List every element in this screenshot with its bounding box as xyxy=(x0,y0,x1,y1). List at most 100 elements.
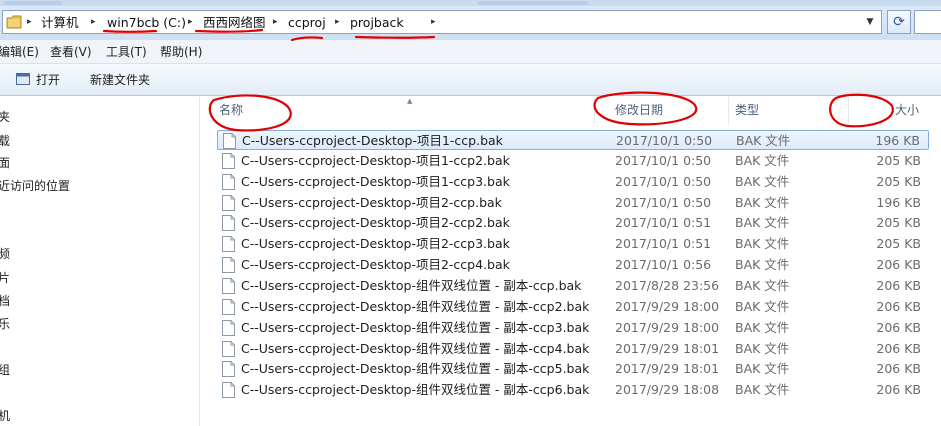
refresh-button[interactable]: ⟳ xyxy=(887,10,911,34)
file-type: BAK 文件 xyxy=(735,298,790,314)
column-header-type-label: 类型 xyxy=(735,103,760,117)
file-size: 205 KB xyxy=(876,236,921,252)
file-icon xyxy=(222,194,235,211)
file-date: 2017/10/1 0:50 xyxy=(615,152,712,168)
file-name: C--Users-ccproject-Desktop-组件双线位置 - 副本-c… xyxy=(241,361,590,377)
file-row[interactable]: C--Users-ccproject-Desktop-组件双线位置 - 副本-c… xyxy=(217,297,929,317)
breadcrumb-separator-icon[interactable]: ▸ xyxy=(431,14,436,31)
file-row[interactable]: C--Users-ccproject-Desktop-组件双线位置 - 副本-c… xyxy=(217,276,929,296)
menu-edit[interactable]: 编辑(E) xyxy=(0,44,39,60)
file-size: 206 KB xyxy=(876,361,921,377)
column-header-type[interactable]: 类型 xyxy=(729,97,849,125)
nav-item[interactable]: 片 xyxy=(0,268,10,288)
file-row[interactable]: C--Users-ccproject-Desktop-项目2-ccp.bak 20… xyxy=(217,193,929,213)
file-size: 206 KB xyxy=(876,382,921,398)
breadcrumb-separator-icon[interactable]: ▸ xyxy=(91,14,96,31)
column-header-name[interactable]: 名称 xyxy=(213,97,595,125)
menu-bar: 编辑(E) 查看(V) 工具(T) 帮助(H) xyxy=(0,40,941,64)
column-header-name-label: 名称 xyxy=(219,103,244,117)
file-date: 2017/9/29 18:00 xyxy=(615,319,720,335)
breadcrumb-computer[interactable]: 计算机 xyxy=(41,14,79,31)
title-strip-blob xyxy=(4,1,62,5)
column-header-date-label: 修改日期 xyxy=(615,103,664,117)
file-icon xyxy=(222,236,235,253)
file-date: 2017/10/1 0:51 xyxy=(615,215,712,231)
column-header-size[interactable]: 大小 xyxy=(837,97,929,125)
open-button[interactable]: 打开 xyxy=(16,70,60,90)
nav-item[interactable]: 机 xyxy=(0,406,10,426)
file-type: BAK 文件 xyxy=(735,277,790,293)
file-list: ▲ 名称 修改日期 类型 大小 C--Users-ccproject-Deskt… xyxy=(201,97,941,426)
file-row[interactable]: C--Users-ccproject-Desktop-组件双线位置 - 副本-c… xyxy=(217,339,929,359)
file-icon xyxy=(222,319,235,336)
nav-item[interactable]: 面 xyxy=(0,153,10,173)
column-header-size-label: 大小 xyxy=(894,103,919,117)
file-date: 2017/8/28 23:56 xyxy=(615,277,720,293)
address-bar[interactable]: ▸ 计算机 ▸ win7bcb (C:) ▸ 西西网络图 ▸ ccproj ▸ … xyxy=(2,10,882,34)
file-row[interactable]: C--Users-ccproject-Desktop-组件双线位置 - 副本-c… xyxy=(217,318,929,338)
file-icon xyxy=(222,361,235,378)
file-row[interactable]: C--Users-ccproject-Desktop-项目1-ccp3.bak 2… xyxy=(217,172,929,192)
menu-help[interactable]: 帮助(H) xyxy=(160,44,202,60)
new-folder-button[interactable]: 新建文件夹 xyxy=(90,70,150,90)
file-date: 2017/10/1 0:51 xyxy=(615,236,712,252)
file-row[interactable]: C--Users-ccproject-Desktop-项目1-ccp.bak 20… xyxy=(217,130,929,150)
file-size: 196 KB xyxy=(876,194,921,210)
navigation-pane: 夹 载 面 近访问的位置 频 片 档 乐 组 机 xyxy=(0,97,200,426)
file-name: C--Users-ccproject-Desktop-组件双线位置 - 副本-c… xyxy=(241,382,590,398)
nav-item[interactable]: 档 xyxy=(0,291,10,311)
file-date: 2017/10/1 0:50 xyxy=(615,194,712,210)
nav-item[interactable]: 夹 xyxy=(0,107,10,127)
address-history-dropdown-icon[interactable]: ▼ xyxy=(863,15,877,29)
breadcrumb-folder-ccproj[interactable]: ccproj xyxy=(288,14,326,31)
open-button-label: 打开 xyxy=(36,73,61,87)
file-row[interactable]: C--Users-ccproject-Desktop-组件双线位置 - 副本-c… xyxy=(217,380,929,400)
file-name: C--Users-ccproject-Desktop-组件双线位置 - 副本-c… xyxy=(241,319,590,335)
breadcrumb-folder-xixi[interactable]: 西西网络图 xyxy=(203,14,266,31)
file-icon xyxy=(223,133,236,149)
file-type: BAK 文件 xyxy=(735,173,790,189)
new-folder-button-label: 新建文件夹 xyxy=(90,73,151,87)
folder-icon xyxy=(6,15,22,29)
file-size: 205 KB xyxy=(876,152,921,168)
address-bar-row: ▸ 计算机 ▸ win7bcb (C:) ▸ 西西网络图 ▸ ccproj ▸ … xyxy=(0,6,941,40)
file-date: 2017/9/29 18:01 xyxy=(615,361,720,377)
file-row[interactable]: C--Users-ccproject-Desktop-项目2-ccp4.bak 2… xyxy=(217,255,929,275)
nav-item[interactable]: 乐 xyxy=(0,314,10,334)
breadcrumb-separator-icon: ▸ xyxy=(27,17,32,27)
file-row[interactable]: C--Users-ccproject-Desktop-组件双线位置 - 副本-c… xyxy=(217,359,929,379)
breadcrumb-separator-icon[interactable]: ▸ xyxy=(273,14,278,31)
file-icon xyxy=(222,277,235,294)
menu-view[interactable]: 查看(V) xyxy=(50,44,92,60)
menu-tools[interactable]: 工具(T) xyxy=(106,44,147,60)
search-input[interactable] xyxy=(914,10,941,34)
column-header-date[interactable]: 修改日期 xyxy=(609,97,729,125)
file-type: BAK 文件 xyxy=(735,319,790,335)
breadcrumb-drive[interactable]: win7bcb (C:) xyxy=(107,14,186,31)
nav-item[interactable]: 组 xyxy=(0,360,10,380)
file-type: BAK 文件 xyxy=(735,340,790,356)
file-size: 205 KB xyxy=(876,173,921,189)
file-icon xyxy=(222,340,235,357)
file-type: BAK 文件 xyxy=(736,133,791,148)
breadcrumb-separator-icon[interactable]: ▸ xyxy=(335,14,340,31)
file-name: C--Users-ccproject-Desktop-项目2-ccp.bak xyxy=(241,194,502,210)
file-date: 2017/9/29 18:00 xyxy=(615,298,720,314)
nav-item[interactable]: 频 xyxy=(0,244,10,264)
file-icon xyxy=(222,215,235,232)
breadcrumb-separator-icon[interactable]: ▸ xyxy=(188,14,193,31)
file-row[interactable]: C--Users-ccproject-Desktop-项目2-ccp3.bak 2… xyxy=(217,234,929,254)
file-date: 2017/9/29 18:01 xyxy=(615,340,720,356)
file-row[interactable]: C--Users-ccproject-Desktop-项目2-ccp2.bak 2… xyxy=(217,213,929,233)
open-icon xyxy=(16,73,30,85)
refresh-icon: ⟳ xyxy=(893,14,905,30)
nav-item[interactable]: 载 xyxy=(0,131,10,151)
file-type: BAK 文件 xyxy=(735,152,790,168)
file-name: C--Users-ccproject-Desktop-项目1-ccp2.bak xyxy=(241,152,510,168)
file-type: BAK 文件 xyxy=(735,361,790,377)
file-row[interactable]: C--Users-ccproject-Desktop-项目1-ccp2.bak 2… xyxy=(217,151,929,171)
file-icon xyxy=(222,382,235,399)
nav-item[interactable]: 近访问的位置 xyxy=(0,176,70,196)
file-date: 2017/10/1 0:50 xyxy=(616,133,713,148)
breadcrumb-folder-projback[interactable]: projback xyxy=(350,14,404,31)
